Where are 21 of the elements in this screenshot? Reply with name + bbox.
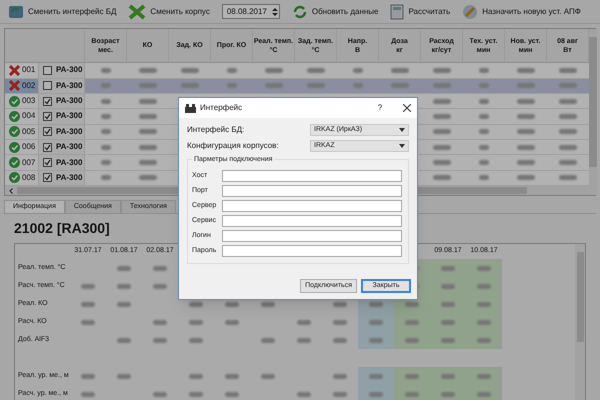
field-label: Конфигурация корпусов: [187, 140, 279, 152]
row-name: РА-300 [56, 172, 82, 184]
row-id: 004 [22, 110, 36, 122]
row-id: 008 [22, 172, 36, 184]
row-name: РА-300 [56, 95, 82, 108]
row-id: 003 [22, 95, 36, 108]
field-label: Интерфейс БД: [187, 124, 244, 136]
row-name: РА-300 [56, 80, 82, 92]
panel-heading: 21002 [RA300] [14, 219, 110, 238]
row-id: 002 [22, 80, 36, 92]
row-id: 005 [22, 126, 36, 138]
date-value: 08.08.2017 [226, 6, 267, 18]
dialog-title: Интерфейс [200, 102, 244, 114]
row-name: РА-300 [56, 110, 82, 122]
row-id: 001 [22, 64, 36, 76]
row-name: РА-300 [56, 126, 82, 138]
row-name: РА-300 [56, 141, 82, 154]
row-id: 007 [22, 156, 36, 169]
row-name: РА-300 [56, 64, 82, 76]
row-name: РА-300 [56, 156, 82, 169]
row-id: 006 [22, 141, 36, 154]
